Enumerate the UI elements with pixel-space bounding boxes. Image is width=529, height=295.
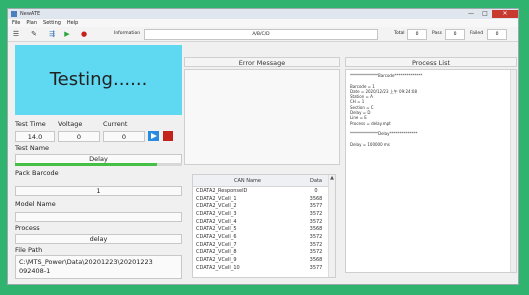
can-name-cell: CDATA2_VCell_5 bbox=[196, 226, 237, 233]
file-path-value: C:\MTS_Power\Data\20201223\20201223 0924… bbox=[15, 255, 182, 279]
can-name-cell: CDATA2_VCell_9 bbox=[196, 257, 237, 264]
close-button[interactable]: ✕ bbox=[492, 10, 518, 18]
model-name-value bbox=[15, 212, 182, 222]
table-row[interactable]: CDATA2_VCell_1 3568 bbox=[193, 195, 330, 203]
progress-fill bbox=[15, 163, 157, 166]
status-banner: Testing...... bbox=[15, 45, 182, 115]
data-cell: 0 bbox=[314, 187, 318, 194]
current-label: Current bbox=[103, 120, 128, 128]
can-name-cell: CDATA2_VCell_1 bbox=[196, 195, 237, 202]
error-message-box bbox=[184, 69, 340, 165]
data-cell: 3577 bbox=[309, 203, 323, 210]
minimize-button[interactable]: — bbox=[464, 10, 478, 18]
data-cell: 3577 bbox=[309, 264, 323, 271]
error-message-header: Error Message bbox=[184, 57, 340, 67]
data-cell: 3572 bbox=[309, 210, 323, 217]
data-cell: 3572 bbox=[309, 233, 323, 240]
test-name-label: Test Name bbox=[15, 144, 50, 152]
table-row[interactable]: CDATA2_VCell_5 3568 bbox=[193, 225, 330, 233]
data-cell: 3568 bbox=[309, 257, 323, 264]
table-row[interactable]: CDATA2_VCell_9 3568 bbox=[193, 256, 330, 264]
table-row[interactable]: CDATA2_VCell_3 3572 bbox=[193, 210, 330, 218]
run-icon[interactable]: ▶ bbox=[63, 30, 71, 38]
app-icon bbox=[11, 11, 17, 17]
voltage-label: Voltage bbox=[58, 120, 83, 128]
menu-file[interactable]: File bbox=[12, 20, 20, 26]
table-row[interactable]: CDATA2_VCell_8 3572 bbox=[193, 249, 330, 257]
table-row[interactable]: CDATA2_VCell_4 3572 bbox=[193, 218, 330, 226]
can-table: CAN Name Data CDATA2_ResponseID 0 CDATA2_V… bbox=[193, 175, 330, 272]
data-cell: 3572 bbox=[309, 249, 323, 256]
file-path-line-2: 092408-1 bbox=[19, 267, 51, 275]
menu-bar: File Plan Setting Help bbox=[8, 19, 518, 27]
file-path-line-1: C:\MTS_Power\Data\20201223\20201223 bbox=[19, 258, 153, 266]
grid-scrollbar[interactable]: ▲ bbox=[328, 175, 335, 277]
table-row[interactable]: CDATA2_VCell_2 3577 bbox=[193, 202, 330, 210]
current-value: 0 bbox=[103, 131, 145, 142]
scroll-up-icon[interactable]: ▲ bbox=[329, 175, 335, 182]
total-label: Total bbox=[394, 31, 405, 36]
maximize-button[interactable]: □ bbox=[478, 10, 492, 18]
table-row[interactable]: CDATA2_VCell_6 3572 bbox=[193, 233, 330, 241]
data-cell: 3568 bbox=[309, 226, 323, 233]
table-row[interactable]: CDATA2_VCell_10 3577 bbox=[193, 264, 330, 272]
left-panel: Testing...... Test Time Voltage Current … bbox=[15, 45, 185, 284]
test-progress-bar bbox=[15, 163, 182, 166]
can-name-cell: CDATA2_VCell_2 bbox=[196, 203, 237, 210]
process-list-scrollbar[interactable] bbox=[510, 70, 516, 272]
data-cell: 3572 bbox=[309, 241, 323, 248]
can-name-cell: CDATA2_ResponseID bbox=[196, 187, 248, 194]
can-name-header[interactable]: CAN Name bbox=[193, 175, 303, 187]
data-cell: 3572 bbox=[309, 218, 323, 225]
can-name-cell: CDATA2_VCell_8 bbox=[196, 249, 237, 256]
total-value: 0 bbox=[407, 29, 427, 40]
failed-value: 0 bbox=[487, 29, 507, 40]
window-title: NewATE bbox=[20, 11, 41, 17]
model-name-label: Model Name bbox=[15, 200, 56, 208]
info-label: Information bbox=[114, 31, 141, 36]
table-row[interactable]: CDATA2_ResponseID 0 bbox=[193, 187, 330, 195]
can-name-cell: CDATA2_VCell_10 bbox=[196, 264, 240, 271]
process-label: Process bbox=[15, 224, 40, 232]
play-button[interactable] bbox=[148, 131, 159, 141]
can-name-cell: CDATA2_VCell_7 bbox=[196, 241, 237, 248]
edit-icon[interactable]: ✎ bbox=[30, 30, 38, 38]
list-icon[interactable]: ☰ bbox=[12, 30, 20, 38]
failed-label: Failed bbox=[470, 31, 484, 36]
pack-barcode-value: 1 bbox=[15, 186, 182, 196]
process-value: delay bbox=[15, 234, 182, 244]
data-cell: 3568 bbox=[309, 195, 323, 202]
pass-value: 0 bbox=[445, 29, 465, 40]
can-name-cell: CDATA2_VCell_3 bbox=[196, 210, 237, 217]
main-window: NewATE — □ ✕ File Plan Setting Help ☰ ✎ ⇶ ▶… bbox=[7, 8, 519, 285]
info-field: A/B/C/D bbox=[144, 29, 378, 40]
test-time-label: Test Time bbox=[15, 120, 46, 128]
process-list-header: Process List bbox=[345, 57, 517, 67]
settings-icon[interactable]: ⇶ bbox=[48, 30, 56, 38]
test-time-value: 14.0 bbox=[15, 131, 55, 142]
can-data-grid: CAN Name Data CDATA2_ResponseID 0 CDATA2_V… bbox=[192, 174, 336, 278]
data-header[interactable]: Data bbox=[302, 175, 330, 187]
pass-label: Pass bbox=[432, 31, 442, 36]
menu-plan[interactable]: Plan bbox=[26, 20, 37, 26]
table-row[interactable]: CDATA2_VCell_7 3572 bbox=[193, 241, 330, 249]
can-name-cell: CDATA2_VCell_6 bbox=[196, 233, 237, 240]
process-list-box: **************Barcode************** Barc… bbox=[345, 69, 517, 273]
menu-setting[interactable]: Setting bbox=[43, 20, 61, 26]
voltage-value: 0 bbox=[58, 131, 100, 142]
can-name-cell: CDATA2_VCell_4 bbox=[196, 218, 237, 225]
toolbar: ☰ ✎ ⇶ ▶ ● Information A/B/C/D Total 0 Pa… bbox=[8, 27, 518, 42]
process-list-line: Delay = 100000 ms bbox=[350, 141, 390, 147]
title-bar: NewATE — □ ✕ bbox=[8, 9, 518, 19]
file-path-label: File Path bbox=[15, 246, 43, 254]
menu-help[interactable]: Help bbox=[67, 20, 78, 26]
stop-button[interactable] bbox=[163, 131, 173, 141]
pack-barcode-label: Pack Barcode bbox=[15, 169, 59, 177]
stop-icon[interactable]: ● bbox=[80, 30, 88, 38]
